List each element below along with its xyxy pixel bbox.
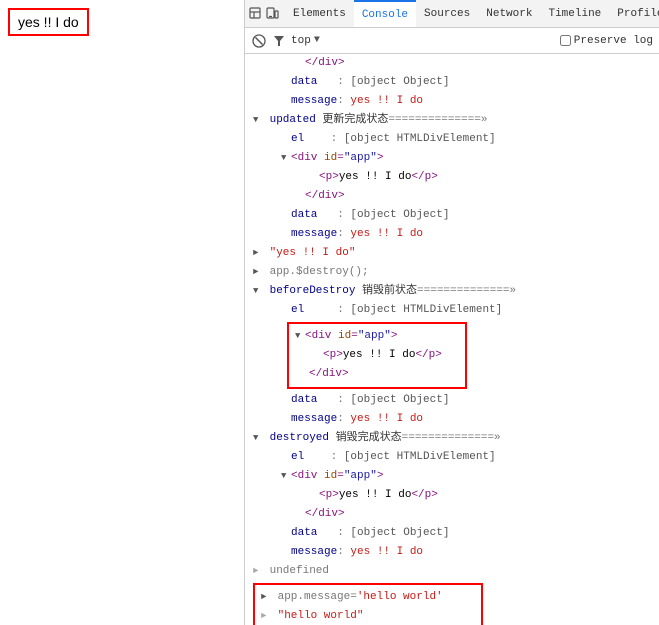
expand-destroyed[interactable]: [253, 430, 263, 446]
console-line: </div>: [295, 365, 459, 384]
webpage-panel: yes !! I do: [0, 0, 245, 625]
tab-profiles[interactable]: Profiles: [609, 0, 659, 27]
filter-icon[interactable]: [271, 33, 287, 49]
webpage-content: yes !! I do: [8, 8, 89, 36]
expand-destroy[interactable]: [253, 264, 263, 280]
device-icon[interactable]: [265, 6, 279, 22]
console-line: el : [object HTMLDivElement]: [245, 301, 659, 320]
console-line[interactable]: destroyed 销毁完成状态 ==============»: [245, 429, 659, 448]
console-line: message : yes !! I do: [245, 92, 659, 111]
expand-yes-do[interactable]: [253, 245, 263, 261]
console-line: </div>: [245, 54, 659, 73]
console-line: </div>: [245, 505, 659, 524]
console-line: data : [object Object]: [245, 391, 659, 410]
devtools-tabs: Elements Console Sources Network Timelin…: [245, 0, 659, 28]
console-line[interactable]: <div id = "app" >: [245, 467, 659, 486]
console-line[interactable]: <div id = "app" >: [245, 149, 659, 168]
console-line[interactable]: updated 更新完成状态 ==============»: [245, 111, 659, 130]
console-line[interactable]: app.message= 'hello world': [261, 588, 475, 607]
console-line: message : yes !! I do: [245, 410, 659, 429]
console-line: data : [object Object]: [245, 73, 659, 92]
devtools-panel: Elements Console Sources Network Timelin…: [245, 0, 659, 625]
console-line: el : [object HTMLDivElement]: [245, 130, 659, 149]
webpage-text: yes !! I do: [18, 14, 79, 30]
console-line: "hello world": [261, 607, 475, 625]
console-line[interactable]: "yes !! I do": [245, 244, 659, 263]
console-line: undefined: [245, 562, 659, 581]
expand-div-app-2[interactable]: [281, 468, 291, 484]
tab-elements[interactable]: Elements: [285, 0, 354, 27]
console-line[interactable]: beforeDestroy 销毁前状态 ==============»: [245, 282, 659, 301]
console-line: <p> yes !! I do </p>: [245, 168, 659, 187]
context-selector[interactable]: top ▼: [291, 35, 320, 47]
console-line: data : [object Object]: [245, 206, 659, 225]
console-line: message : yes !! I do: [245, 225, 659, 244]
red-box-hello-world-1: app.message= 'hello world' "hello world": [245, 583, 659, 625]
preserve-log-checkbox[interactable]: [560, 35, 571, 46]
console-line: <p> yes !! I do </p>: [245, 486, 659, 505]
expand-div-app-red[interactable]: [295, 328, 305, 344]
console-toolbar: top ▼ Preserve log: [245, 28, 659, 54]
tab-console[interactable]: Console: [354, 0, 416, 27]
red-box-before-destroy: <div id = "app" > <p> yes !! I do </p> <…: [245, 322, 659, 389]
preserve-log-label: Preserve log: [574, 35, 653, 47]
console-line[interactable]: <div id = "app" >: [295, 327, 459, 346]
console-line: message : yes !! I do: [245, 543, 659, 562]
console-line[interactable]: app.$destroy();: [245, 263, 659, 282]
tab-timeline[interactable]: Timeline: [540, 0, 609, 27]
expand-before-destroy[interactable]: [253, 283, 263, 299]
console-line: </div>: [245, 187, 659, 206]
console-line: <p> yes !! I do </p>: [295, 346, 459, 365]
expand-app-message-1[interactable]: [261, 589, 271, 605]
tab-sources[interactable]: Sources: [416, 0, 478, 27]
collapse-undefined[interactable]: [253, 563, 263, 579]
console-line: el : [object HTMLDivElement]: [245, 448, 659, 467]
clear-console-icon[interactable]: [251, 33, 267, 49]
tab-network[interactable]: Network: [478, 0, 540, 27]
preserve-log-group: Preserve log: [560, 35, 653, 47]
expand-div-app-1[interactable]: [281, 150, 291, 166]
context-arrow: ▼: [314, 35, 320, 46]
context-value: top: [291, 35, 311, 47]
console-line: data : [object Object]: [245, 524, 659, 543]
console-content[interactable]: </div> data : [object Object] message : …: [245, 54, 659, 625]
expand-updated[interactable]: [253, 112, 263, 128]
collapse-hello-1[interactable]: [261, 608, 271, 624]
inspect-icon[interactable]: [249, 6, 263, 22]
